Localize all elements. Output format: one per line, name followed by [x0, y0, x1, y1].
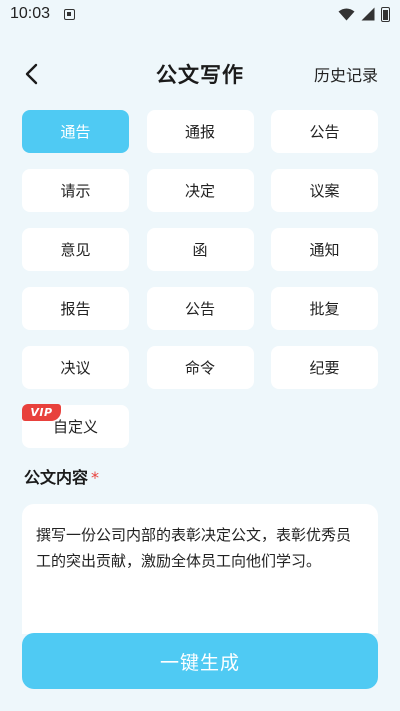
status-bar: 10:03 [0, 0, 400, 28]
required-mark: * [91, 468, 100, 487]
doc-type-button-tongbao[interactable]: 通报 [146, 110, 254, 153]
generate-button[interactable]: 一键生成 [22, 633, 378, 689]
content-label: 公文内容 [24, 468, 89, 487]
doc-type-button-yian[interactable]: 议案 [271, 169, 378, 212]
doc-type-button-han[interactable]: 函 [146, 228, 254, 271]
doc-type-button-gonggao[interactable]: 公告 [271, 110, 378, 153]
doc-type-button-qingshi[interactable]: 请示 [22, 169, 129, 212]
doc-type-button-baogao[interactable]: 报告 [22, 287, 129, 330]
wifi-icon [338, 8, 355, 20]
doc-type-button-jueyi[interactable]: 决议 [22, 346, 129, 389]
doc-type-grid: 通告 通报 公告 请示 决定 议案 意见 函 通知 报告 公告 批复 决议 命令… [22, 110, 378, 448]
status-icons [338, 6, 390, 22]
signal-icon [361, 7, 375, 21]
doc-type-button-yijian[interactable]: 意见 [22, 228, 129, 271]
header: 公文写作 历史记录 [0, 52, 400, 96]
doc-type-button-jueding[interactable]: 决定 [146, 169, 254, 212]
doc-type-button-mingling[interactable]: 命令 [146, 346, 254, 389]
battery-icon [381, 6, 390, 22]
doc-type-button-jiyao[interactable]: 纪要 [271, 346, 378, 389]
doc-type-button-tonggao[interactable]: 通告 [22, 110, 129, 153]
status-time: 10:03 [10, 5, 51, 22]
doc-type-button-gonggao-2[interactable]: 公告 [146, 287, 254, 330]
doc-type-button-pifu[interactable]: 批复 [271, 287, 378, 330]
notification-icon [64, 8, 76, 20]
doc-type-label: 自定义 [52, 418, 98, 436]
content-section-label: 公文内容 * [24, 464, 99, 488]
doc-type-button-custom[interactable]: VIP 自定义 [22, 404, 129, 448]
vip-badge: VIP [22, 404, 61, 421]
content-textarea[interactable]: 撰写一份公司内部的表彰决定公文，表彰优秀员工的突出贡献，激励全体员工向他们学习。 [22, 504, 378, 634]
back-arrow-icon[interactable] [18, 60, 46, 88]
history-link[interactable]: 历史记录 [314, 62, 378, 86]
doc-type-button-tongzhi[interactable]: 通知 [271, 228, 378, 271]
